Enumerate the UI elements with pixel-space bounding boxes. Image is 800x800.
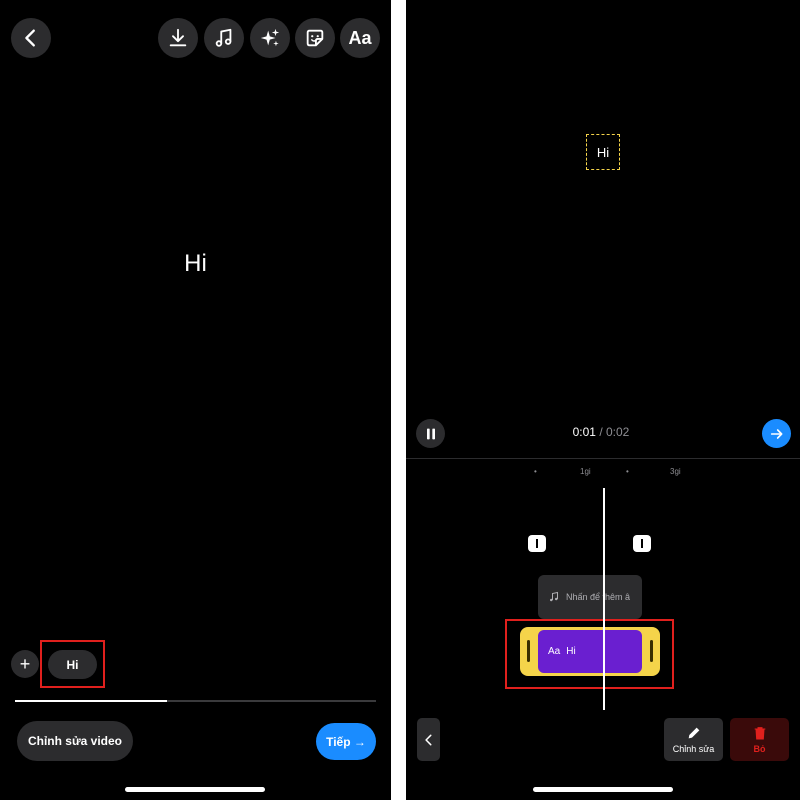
next-button[interactable]: Tiếp →	[316, 723, 376, 760]
add-text-button[interactable]: +	[11, 650, 39, 678]
text-tool-button[interactable]: Aa	[340, 18, 380, 58]
progress-fill	[15, 700, 167, 702]
music-note-icon	[215, 28, 232, 47]
download-button[interactable]	[158, 18, 198, 58]
home-indicator	[125, 787, 265, 792]
marker-line	[641, 539, 643, 548]
preview-text: Hi	[596, 144, 610, 160]
arrow-right-icon	[770, 428, 782, 439]
effects-button[interactable]	[250, 18, 290, 58]
pause-icon	[426, 428, 435, 439]
trim-start-marker[interactable]	[528, 535, 546, 552]
pencil-icon	[688, 727, 699, 739]
timeline-ruler: • 1gi • 3gi	[406, 467, 800, 481]
time-display: 0:01 / 0:02	[546, 425, 656, 439]
back-button[interactable]	[11, 18, 51, 58]
music-button[interactable]	[204, 18, 244, 58]
music-note-icon	[550, 591, 558, 602]
edit-video-button[interactable]: Chỉnh sửa video	[17, 721, 133, 761]
time-separator: /	[595, 425, 606, 439]
sticker-icon	[306, 29, 324, 47]
edit-video-label: Chỉnh sửa video	[27, 734, 123, 748]
preview-text-selection[interactable]: Hi	[586, 134, 620, 170]
marker-line	[536, 539, 538, 548]
add-audio-track[interactable]: Nhấn để thêm â	[538, 575, 642, 619]
trash-icon	[754, 727, 765, 740]
download-icon	[169, 28, 187, 47]
collapse-button[interactable]	[417, 718, 440, 761]
sticker-button[interactable]	[295, 18, 335, 58]
highlight-box	[40, 640, 105, 688]
add-audio-hint: Nhấn để thêm â	[566, 592, 631, 602]
chevron-left-icon	[424, 734, 432, 745]
next-label: Tiếp →	[326, 734, 366, 749]
divider	[406, 458, 800, 459]
ruler-dot: •	[626, 467, 629, 476]
home-indicator	[533, 787, 673, 792]
time-current: 0:01	[572, 425, 596, 439]
delete-clip-label: Bỏ	[753, 744, 766, 754]
chevron-left-icon	[25, 29, 35, 47]
ruler-label-3s: 3gi	[670, 467, 681, 476]
edit-clip-button[interactable]: Chỉnh sửa	[664, 718, 723, 761]
delete-clip-button[interactable]: Bỏ	[730, 718, 789, 761]
edit-clip-label: Chỉnh sửa	[672, 744, 715, 754]
progress-track	[15, 700, 376, 702]
playhead[interactable]	[603, 488, 605, 710]
forward-button[interactable]	[762, 419, 791, 448]
text-tool-icon: Aa	[348, 27, 372, 48]
plus-icon: +	[19, 653, 31, 674]
pause-button[interactable]	[416, 419, 445, 448]
time-total: 0:02	[606, 425, 630, 439]
trim-end-marker[interactable]	[633, 535, 651, 552]
left-editor-screen: Aa Hi + Hi Chỉnh sửa video Tiếp →	[0, 0, 391, 800]
highlight-box	[505, 619, 674, 689]
ruler-dot: •	[534, 467, 537, 476]
ruler-label-1s: 1gi	[580, 467, 591, 476]
right-timeline-screen: Hi 0:01 / 0:02 • 1gi • 3gi Nhấn để thêm …	[406, 0, 800, 800]
sparkles-icon	[260, 28, 280, 47]
canvas-text-overlay[interactable]: Hi	[0, 250, 391, 278]
